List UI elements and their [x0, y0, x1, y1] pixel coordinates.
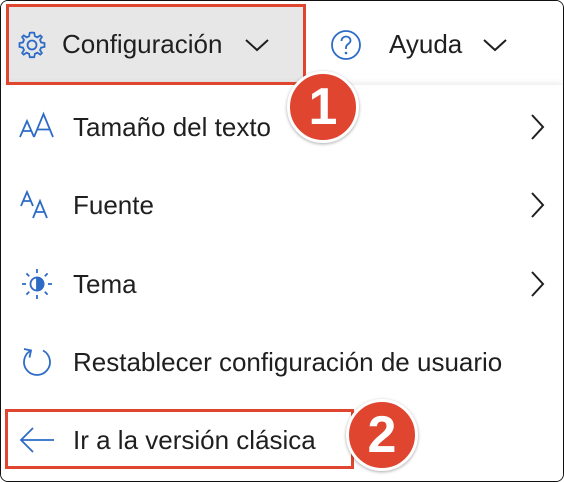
menu-item-label: Ir a la versión clásica: [73, 424, 316, 455]
chevron-right-icon: [529, 270, 545, 298]
help-menu-label: Ayuda: [389, 29, 463, 59]
menu-item-classic-version[interactable]: Ir a la versión clásica: [1, 403, 563, 477]
menu-item-label: Fuente: [73, 189, 154, 220]
step-badge-1: 1: [287, 71, 359, 143]
question-circle-icon: [329, 28, 363, 62]
text-size-icon: [17, 107, 57, 147]
chevron-down-icon: [244, 37, 270, 53]
brightness-icon: [17, 264, 57, 304]
menu-item-label: Tamaño del texto: [73, 111, 272, 142]
menu-item-reset-settings[interactable]: Restablecer configuración de usuario: [1, 325, 563, 399]
font-icon: [17, 185, 57, 225]
menu-item-theme[interactable]: Tema: [1, 247, 563, 321]
chevron-right-icon: [529, 191, 545, 219]
settings-menu-label: Configuración: [62, 29, 223, 59]
gear-icon: [16, 29, 48, 61]
chevron-down-icon: [482, 37, 508, 53]
menu-item-text-size[interactable]: Tamaño del texto: [1, 90, 563, 164]
menu-item-label: Tema: [73, 268, 137, 299]
settings-dropdown-menu: Tamaño del texto Fuente Tema Restablecer…: [1, 85, 563, 481]
arrow-left-icon: [17, 420, 57, 460]
top-bar: Configuración Ayuda: [1, 1, 563, 87]
step-badge-2: 2: [346, 399, 418, 471]
settings-menu-button[interactable]: Configuración: [8, 6, 304, 83]
screenshot-frame: Configuración Ayuda Tamaño del texto Fue…: [0, 0, 564, 482]
menu-item-label: Restablecer configuración de usuario: [73, 346, 503, 377]
help-menu-button[interactable]: Ayuda: [329, 6, 508, 83]
menu-item-font[interactable]: Fuente: [1, 168, 563, 242]
chevron-right-icon: [529, 113, 545, 141]
reset-icon: [17, 342, 57, 382]
